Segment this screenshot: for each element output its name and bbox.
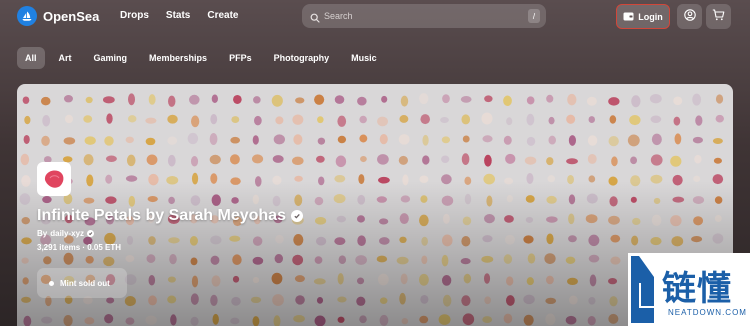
mint-label: Mint sold out [60,278,110,288]
category-tabs: All Art Gaming Memberships PFPs Photogra… [17,47,391,69]
tab-music[interactable]: Music [343,47,385,69]
nav-item-stats[interactable]: Stats [166,10,190,21]
main-nav: Drops Stats Create [120,10,256,21]
collection-thumbnail[interactable] [37,162,71,196]
collection-title[interactable]: Infinite Petals by Sarah Meyohas [37,207,303,225]
login-button[interactable]: Login [616,4,670,29]
creator-prefix: By [37,229,48,238]
watermark-subtext: NEATDOWN.COM [668,308,747,317]
search-input[interactable]: Search / [302,4,546,28]
tab-art[interactable]: Art [51,47,80,69]
search-placeholder: Search [324,11,353,21]
verified-badge-icon [290,210,303,222]
profile-button[interactable] [677,4,702,29]
login-label: Login [638,11,663,22]
opensea-logo[interactable]: OpenSea [17,6,99,26]
petal-thumbnail-image [40,165,68,193]
creator-verified-icon [87,230,95,237]
opensea-logo-icon [17,6,37,26]
creator-line[interactable]: By daily-xyz [37,229,95,238]
watermark-text: 链懂 [662,269,732,309]
neatdown-watermark: 链懂 NEATDOWN.COM [628,253,750,326]
tab-pfps[interactable]: PFPs [221,47,260,69]
brand-name: OpenSea [43,8,100,24]
status-dot-icon [49,280,54,286]
top-header: OpenSea Drops Stats Create Search / Logi… [0,0,750,34]
tab-gaming[interactable]: Gaming [86,47,136,69]
wallet-icon [623,8,634,26]
nav-item-create[interactable]: Create [207,10,238,21]
creator-name[interactable]: daily-xyz [50,229,84,238]
collection-stats: 3,291 items · 0.05 ETH [37,243,122,252]
mint-status-button[interactable]: Mint sold out [37,268,127,298]
tab-all[interactable]: All [17,47,45,69]
tab-photography[interactable]: Photography [266,47,338,69]
cart-icon [712,8,725,26]
search-icon [310,10,320,28]
nav-item-drops[interactable]: Drops [120,10,149,21]
collection-title-text: Infinite Petals by Sarah Meyohas [37,207,286,224]
profile-icon [683,8,696,26]
tab-memberships[interactable]: Memberships [141,47,215,69]
search-shortcut-key: / [528,9,540,23]
cart-button[interactable] [706,4,731,29]
featured-collection-banner[interactable]: Infinite Petals by Sarah Meyohas By dail… [17,84,733,326]
